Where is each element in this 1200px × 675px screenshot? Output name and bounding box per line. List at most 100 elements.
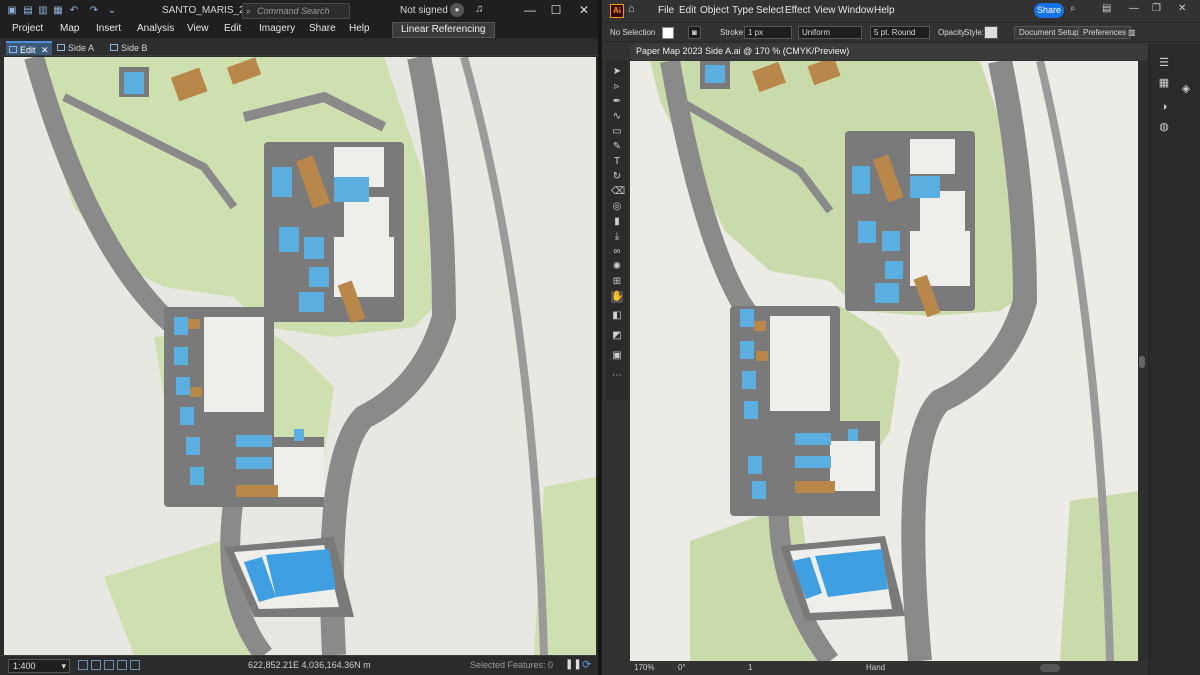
fill-stroke-icon[interactable]: ◧ [611,310,623,322]
graphic-styles-panel-icon[interactable]: ◍ [1157,120,1171,134]
eyedropper-tool-icon[interactable]: ⤓ [611,231,623,243]
map-canvas[interactable] [4,57,596,655]
customize-qat-icon[interactable]: ⌄ [106,5,118,17]
chevron-down-icon: ▾ [61,661,66,671]
map-view-icon [57,44,65,51]
arrange-documents-icon[interactable]: ▤ [1102,3,1111,14]
tab-edit[interactable]: Edit [224,23,241,34]
screen-mode-icon[interactable]: ▣ [611,350,623,362]
scale-selector[interactable]: 1:400 ▾ [8,659,70,673]
style-swatch[interactable] [984,26,998,39]
pause-icon[interactable]: ❚❚ [565,659,582,670]
artboard-tool-icon[interactable]: ⊞ [611,276,623,288]
new-project-icon[interactable]: ▤ [22,5,34,17]
command-search-input[interactable]: ⌕ Command Search (Alt+Q) [242,3,350,30]
selection-tool-icon[interactable]: ➤ [611,66,623,78]
menu-select[interactable]: Select [756,5,784,16]
navigator-icon[interactable] [117,660,127,670]
menu-view[interactable]: View [814,5,836,16]
view-tab-label: Edit [20,45,36,55]
minimize-button[interactable]: — [518,3,542,17]
libraries-panel-icon[interactable]: ▦ [1157,76,1171,90]
maximize-button[interactable]: ❐ [1152,3,1161,14]
arcgis-title-bar: ▣ ▤ ▥ ▦ ↶ ↷ ⌄ SANTO_MARIS_2023 ⌕ Command… [0,0,598,30]
tab-project[interactable]: Project [12,23,43,34]
close-button[interactable]: ✕ [1178,3,1186,14]
grid-icon[interactable] [91,660,101,670]
fill-swatch[interactable] [662,27,674,39]
view-tab-edit[interactable]: Edit ✕ [6,41,52,55]
horizontal-scrollbar-thumb[interactable] [1040,664,1060,672]
snapping-icon[interactable] [104,660,114,670]
view-tab-label: Side A [68,43,95,53]
open-project-icon[interactable]: ▥ [37,5,49,17]
close-tab-icon[interactable]: ✕ [41,43,49,57]
undo-icon[interactable]: ↶ [68,5,80,17]
paintbrush-tool-icon[interactable]: ✎ [611,141,623,153]
tab-share[interactable]: Share [309,23,336,34]
document-title: Paper Map 2023 Side A.ai @ 170 % (CMYK/P… [636,46,850,56]
layers-panel-icon[interactable]: ◈ [1179,82,1193,96]
artboard-canvas[interactable] [630,61,1138,661]
rotation-value[interactable]: 0° [678,663,686,672]
artboard-number[interactable]: 1 [748,663,752,672]
shape-builder-tool-icon[interactable]: ◎ [611,201,623,213]
home-icon[interactable]: ⌂ [628,3,635,15]
vertical-scrollbar[interactable] [1138,61,1146,661]
rotate-tool-icon[interactable]: ↻ [611,171,623,183]
tab-imagery[interactable]: Imagery [259,23,295,34]
symbol-sprayer-tool-icon[interactable]: ✺ [611,261,623,273]
search-icon[interactable]: ⌕ [1070,3,1076,14]
tab-insert[interactable]: Insert [96,23,121,34]
document-setup-button[interactable]: Document Setup [1014,26,1084,39]
zoom-level[interactable]: 170% [634,663,654,672]
brush-definition-select[interactable]: 5 pt. Round [870,26,930,39]
direct-selection-tool-icon[interactable]: ▹ [611,81,623,93]
menu-object[interactable]: Object [700,5,729,16]
minimize-button[interactable]: — [1129,3,1139,14]
curvature-tool-icon[interactable]: ∿ [611,111,623,123]
redo-icon[interactable]: ↷ [88,5,100,17]
tab-analysis[interactable]: Analysis [137,23,174,34]
gradient-tool-icon[interactable]: ▮ [611,216,623,228]
scrollbar-thumb[interactable] [1139,356,1145,368]
view-tab-side-a[interactable]: Side A [54,41,94,55]
opacity-label[interactable]: Opacity [938,28,965,37]
fixed-scale-icon[interactable] [78,660,88,670]
tab-help[interactable]: Help [349,23,370,34]
stroke-profile-select[interactable]: Uniform [798,26,862,39]
menu-window[interactable]: Window [838,5,874,16]
menu-help[interactable]: Help [874,5,895,16]
menu-edit[interactable]: Edit [679,5,696,16]
user-icon[interactable]: ● [450,3,464,17]
eraser-tool-icon[interactable]: ⌫ [611,186,625,198]
pen-tool-icon[interactable]: ✒ [611,96,623,108]
menu-effect[interactable]: Effect [785,5,810,16]
menu-file[interactable]: File [658,5,674,16]
view-tab-side-b[interactable]: Side B [107,41,148,55]
stroke-weight-input[interactable]: 1 px [744,26,792,39]
properties-panel-icon[interactable]: ☰ [1157,56,1171,70]
preferences-button[interactable]: Preferences [1078,26,1132,39]
close-button[interactable]: ✕ [572,3,596,17]
tab-map[interactable]: Map [60,23,79,34]
appearance-panel-icon[interactable]: ◑ [1157,100,1171,114]
more-tools-icon[interactable]: ⋯ [611,370,623,382]
menu-type[interactable]: Type [732,5,754,16]
blend-tool-icon[interactable]: ∞ [611,246,623,258]
maximize-button[interactable]: ☐ [544,3,568,17]
hand-tool-icon[interactable]: ✋ [611,291,623,303]
tab-linear-referencing[interactable]: Linear Referencing [392,22,495,38]
save-icon[interactable]: ▦ [52,5,64,17]
tab-view[interactable]: View [187,23,209,34]
rectangle-tool-icon[interactable]: ▭ [611,126,623,138]
document-tab[interactable]: Paper Map 2023 Side A.ai @ 170 % (CMYK/P… [630,44,1172,60]
refresh-icon[interactable]: ⟳ [582,658,591,671]
notifications-icon[interactable]: ♫ [475,3,483,15]
type-tool-icon[interactable]: T [611,156,623,168]
share-button[interactable]: Share [1034,3,1064,18]
color-mode-icon[interactable]: ◩ [611,330,623,342]
pause-drawing-icon[interactable] [130,660,140,670]
arrange-icon[interactable]: ▥ [1128,28,1136,37]
stroke-swatch[interactable]: ◙ [688,26,701,39]
